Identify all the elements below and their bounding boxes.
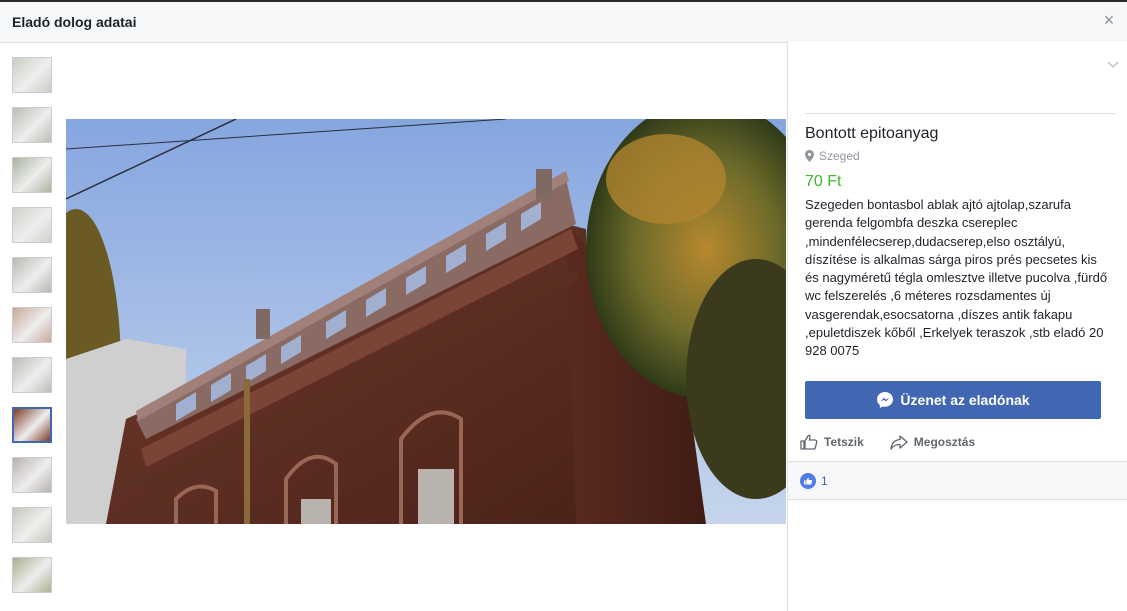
thumbnail-image	[13, 308, 51, 342]
thumbnail-image	[13, 258, 51, 292]
photo-thumbnail[interactable]	[12, 457, 52, 493]
photo-thumbnail[interactable]	[12, 357, 52, 393]
reactions-bar: 1	[788, 461, 1127, 500]
divider	[805, 113, 1116, 114]
message-seller-button[interactable]: Üzenet az eladónak	[805, 381, 1101, 419]
photo-thumbnail[interactable]	[12, 307, 52, 343]
thumbnail-image	[13, 58, 51, 92]
price: 70 Ft	[805, 173, 842, 190]
thumbnail-image	[13, 558, 51, 592]
photo-thumbnail[interactable]	[12, 507, 52, 543]
photo-thumbnail[interactable]	[12, 107, 52, 143]
chevron-down-icon[interactable]	[1106, 58, 1120, 72]
thumbnail-image	[13, 208, 51, 242]
main-photo	[66, 119, 786, 524]
share-label: Megosztás	[913, 435, 976, 449]
close-icon[interactable]: ×	[1101, 11, 1117, 29]
thumbnail-image	[13, 508, 51, 542]
listing-title: Bontott epitoanyag	[805, 125, 939, 142]
photo-thumbnail[interactable]	[12, 57, 52, 93]
messenger-icon	[877, 392, 894, 408]
share-arrow-icon	[890, 435, 908, 450]
like-button[interactable]: Tetszik	[800, 434, 864, 450]
photo-thumbnail[interactable]	[12, 257, 52, 293]
share-button[interactable]: Megosztás	[890, 434, 975, 450]
location-row: Szeged	[805, 149, 860, 163]
listing-panel: Bontott epitoanyag Szeged 70 Ft Szegeden…	[787, 42, 1127, 611]
thumbnail-image	[13, 108, 51, 142]
thumbnail-image	[13, 358, 51, 392]
thumbnail-image	[14, 409, 50, 441]
listing-description: Szegeden bontasbol ablak ajtó ajtolap,sz…	[805, 197, 1108, 359]
like-label: Tetszik	[824, 435, 864, 449]
photo-thumbnail[interactable]	[12, 407, 52, 443]
photo-thumbnail[interactable]	[12, 207, 52, 243]
action-bar: Tetszik Megosztás	[800, 430, 1001, 454]
location-pin-icon	[805, 150, 814, 162]
message-seller-label: Üzenet az eladónak	[900, 392, 1030, 408]
item-details-dialog: Eladó dolog adatai × Bontott epitoanyag …	[0, 2, 1127, 611]
location-text[interactable]: Szeged	[819, 149, 860, 163]
thumbs-up-icon	[800, 434, 818, 450]
reaction-count[interactable]: 1	[821, 474, 828, 488]
dialog-header: Eladó dolog adatai ×	[0, 2, 1127, 43]
photo-thumbnail[interactable]	[12, 157, 52, 193]
dialog-title: Eladó dolog adatai	[12, 14, 137, 30]
photo-thumbnail[interactable]	[12, 557, 52, 593]
thumbnail-image	[13, 158, 51, 192]
thumbnail-image	[13, 458, 51, 492]
thumbnail-strip	[12, 57, 54, 607]
like-reaction-icon[interactable]	[800, 472, 816, 489]
